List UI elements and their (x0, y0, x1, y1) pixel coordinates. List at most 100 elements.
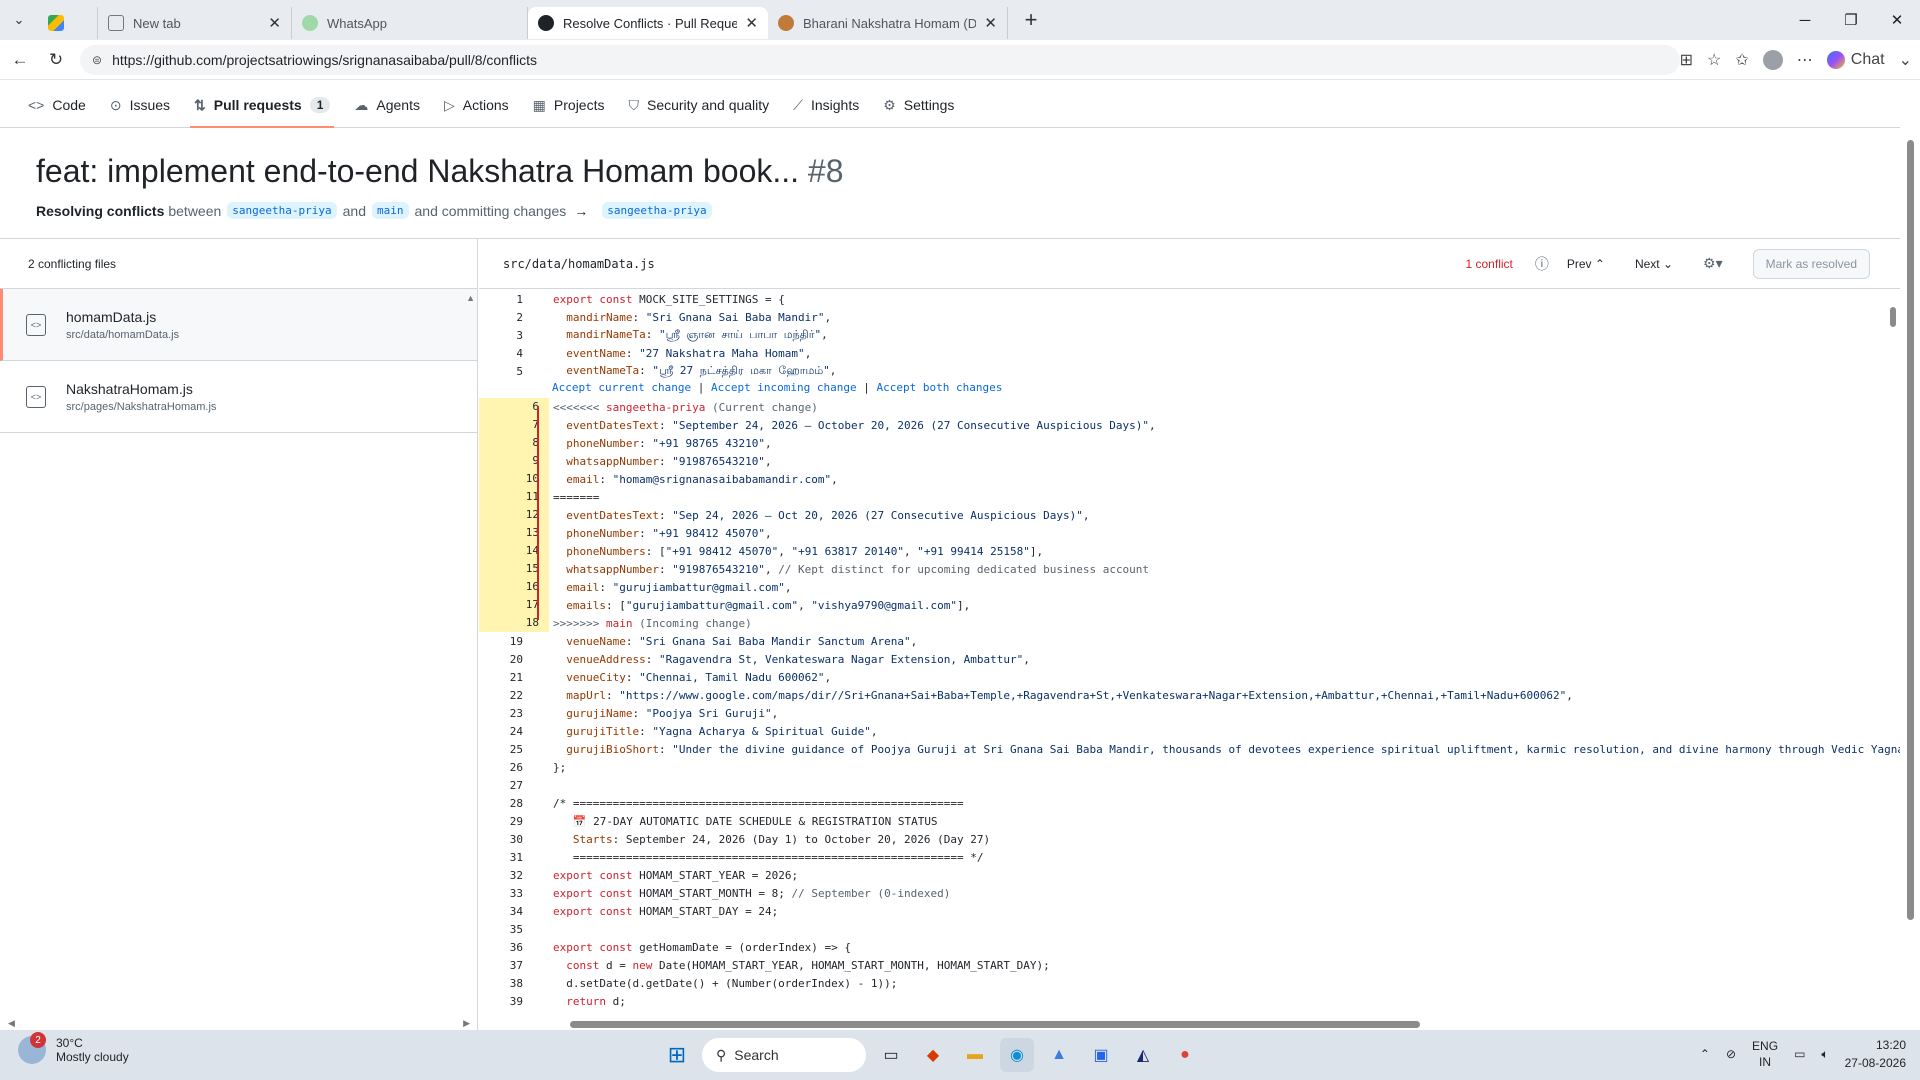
conflict-files-sidebar: 2 conflicting files <> homamData.js src/d… (0, 239, 478, 1030)
scrollbar-thumb[interactable] (570, 1021, 1420, 1028)
horizontal-scrollbar[interactable] (479, 1016, 1900, 1030)
copilot-chat-button[interactable]: Chat (1826, 51, 1885, 69)
favorites-icon[interactable]: ✩ (1735, 50, 1748, 70)
line-number: 36 (509, 940, 523, 954)
accept-both-changes-link[interactable]: Accept both changes (877, 381, 1003, 394)
back-icon[interactable]: ← (2, 44, 38, 76)
code-line: 34 export const HOMAM_START_DAY = 24; (479, 902, 1900, 920)
accept-incoming-change-link[interactable]: Accept incoming change (711, 381, 857, 394)
tab-issues[interactable]: ⊙ Issues (98, 83, 182, 127)
line-number: 2 (516, 310, 523, 324)
network-icon[interactable]: ⊘ (1726, 1047, 1736, 1061)
store-icon[interactable]: ▣ (1084, 1038, 1118, 1072)
close-icon[interactable]: ✕ (745, 14, 758, 32)
tab-projects[interactable]: ▦ Projects (521, 83, 617, 127)
close-window-icon[interactable]: ✕ (1874, 0, 1920, 40)
code-line: 7 eventDatesText: "September 24, 2026 – … (479, 416, 1900, 434)
edge-icon[interactable]: ◉ (1000, 1038, 1034, 1072)
horizontal-scrollbar[interactable]: ◀ ▶ (0, 1016, 478, 1030)
info-icon[interactable]: ⓘ (1535, 254, 1549, 274)
scroll-up-icon[interactable]: ▲ (466, 293, 475, 303)
separator: | (856, 381, 877, 394)
task-view-icon[interactable]: ▭ (874, 1038, 908, 1072)
repo-nav: <> Code ⊙ Issues ⇅ Pull requests 1 ☁ Agents ▷… (0, 80, 1900, 128)
minimize-icon[interactable]: ─ (1782, 0, 1828, 40)
code-line: 11 ======= (479, 488, 1900, 506)
page-scrollbar[interactable] (1900, 80, 1920, 1030)
line-text: email: "homam@srignanasaibabamandir.com"… (566, 472, 838, 486)
prev-conflict-button[interactable]: Prev ⌃ (1567, 257, 1605, 271)
office-icon[interactable]: ◆ (916, 1038, 950, 1072)
taskbar-search[interactable]: ⚲ Search (702, 1038, 866, 1072)
line-text: eventNameTa: "ஸ்ரீ 27 நட்சத்திர மகா ஹோமம… (566, 363, 837, 377)
scrollbar-thumb[interactable] (1890, 307, 1896, 327)
tab-code[interactable]: <> Code (16, 83, 98, 127)
tab-security[interactable]: ⛉ Security and quality (616, 83, 781, 127)
windows-start-icon[interactable]: ⊞ (660, 1038, 694, 1072)
file-item-homamdata[interactable]: <> homamData.js src/data/homamData.js (0, 289, 477, 361)
refresh-icon[interactable]: ↻ (38, 44, 74, 76)
mark-as-resolved-button[interactable]: Mark as resolved (1752, 248, 1870, 279)
gear-icon[interactable]: ⚙▾ (1703, 255, 1723, 272)
site-info-icon[interactable]: ⊜ (92, 53, 102, 67)
language-indicator[interactable]: ENG IN (1752, 1038, 1778, 1070)
tab-insights[interactable]: ⟋ Insights (781, 83, 871, 127)
next-conflict-button[interactable]: Next ⌄ (1635, 257, 1673, 271)
tab-new-tab[interactable]: New tab ✕ (98, 7, 292, 39)
issue-icon: ⊙ (109, 96, 122, 113)
file-item-nakshatrahomam[interactable]: <> NakshatraHomam.js src/pages/NakshatraH… (0, 361, 477, 433)
code-area[interactable]: 1 export const MOCK_SITE_SETTINGS = {2 ma… (479, 290, 1900, 1012)
scrollbar-thumb[interactable] (1907, 140, 1914, 920)
branch-label[interactable]: main (372, 202, 409, 219)
code-line: 1 export const MOCK_SITE_SETTINGS = { (479, 290, 1900, 308)
line-text: gurujiBioShort: "Under the divine guidan… (566, 742, 1900, 756)
gear-icon: ⚙ (883, 96, 896, 113)
tab-pull-requests[interactable]: ⇅ Pull requests 1 (182, 83, 342, 128)
restore-icon[interactable]: ❐ (1828, 0, 1874, 40)
line-text: venueCity: "Chennai, Tamil Nadu 600062", (566, 670, 832, 684)
chrome-icon[interactable]: ● (1168, 1038, 1202, 1072)
accept-current-change-link[interactable]: Accept current change (552, 381, 691, 394)
display-icon[interactable]: ▭ (1794, 1047, 1805, 1061)
close-icon[interactable]: ✕ (984, 14, 997, 32)
vertical-scrollbar[interactable] (1886, 290, 1900, 1015)
favorite-star-icon[interactable]: ☆ (1707, 50, 1721, 70)
file-explorer-icon[interactable]: ▬ (958, 1038, 992, 1072)
code-line: 8 phoneNumber: "+91 98765 43210", (479, 434, 1900, 452)
code-line: 28 /* ===================================… (479, 794, 1900, 812)
scroll-right-icon[interactable]: ▶ (463, 1018, 470, 1029)
line-number: 22 (509, 688, 523, 702)
branch-label[interactable]: sangeetha-priya (602, 202, 712, 219)
tab-whatsapp[interactable]: WhatsApp (292, 7, 528, 39)
tab-settings[interactable]: ⚙ Settings (871, 83, 966, 127)
editor-app-icon[interactable]: ◭ (1126, 1038, 1160, 1072)
code-line: 23 gurujiName: "Poojya Sri Guruji", (479, 704, 1900, 722)
scroll-left-icon[interactable]: ◀ (8, 1018, 15, 1029)
tab-list-button[interactable]: ⌄ (0, 0, 38, 40)
tab-agents[interactable]: ☁ Agents (342, 83, 432, 127)
branch-label[interactable]: sangeetha-priya (227, 202, 337, 219)
chevron-up-icon[interactable]: ⌃ (1700, 1047, 1710, 1061)
tab-resolve-conflicts[interactable]: Resolve Conflicts · Pull Request #8 ✕ (528, 7, 768, 39)
weather-widget[interactable]: 2 30°C Mostly cloudy (18, 1032, 129, 1064)
file-path: src/data/homamData.js (503, 256, 655, 271)
more-icon[interactable]: ⋯ (1797, 50, 1813, 70)
code-line: 35 (479, 920, 1900, 938)
app-available-icon[interactable]: ⊞ (1680, 50, 1693, 70)
close-icon[interactable]: ✕ (268, 14, 281, 32)
tab-bharani[interactable]: Bharani Nakshatra Homam (Day 2) ✕ (768, 7, 1008, 39)
url-field[interactable]: ⊜ https://github.com/projectsatriowings/… (80, 45, 1680, 75)
new-tab-button[interactable]: + (1014, 7, 1048, 33)
tab-actions[interactable]: ▷ Actions (432, 83, 521, 127)
line-text: <<<<<<< sangeetha-priya (Current change) (553, 400, 818, 414)
app-icon[interactable]: ▲ (1042, 1038, 1076, 1072)
profile-avatar[interactable] (1762, 50, 1783, 70)
code-line: 21 venueCity: "Chennai, Tamil Nadu 60006… (479, 668, 1900, 686)
code-line: 10 email: "homam@srignanasaibabamandir.c… (479, 470, 1900, 488)
volume-icon[interactable]: 🔈︎ (1821, 1047, 1828, 1062)
clock[interactable]: 13:20 27-08-2026 (1845, 1036, 1906, 1072)
chevron-down-icon[interactable]: ⌄ (1899, 50, 1912, 70)
search-icon: ⚲ (716, 1046, 727, 1063)
line-text: const d = new Date(HOMAM_START_YEAR, HOM… (566, 958, 1050, 972)
tab-drive[interactable] (38, 7, 98, 39)
